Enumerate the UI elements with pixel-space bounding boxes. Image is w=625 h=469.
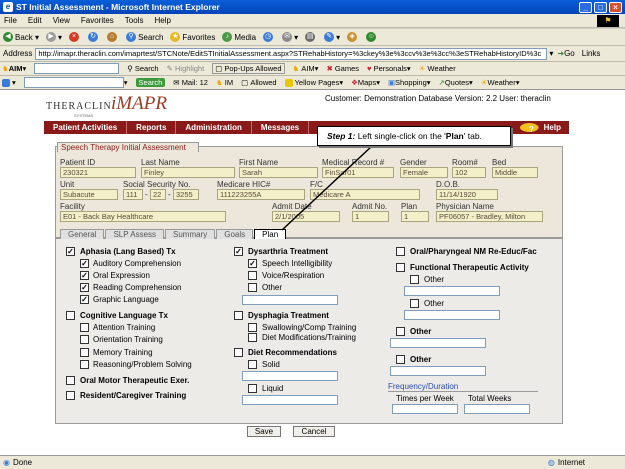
globe-icon: ◍ bbox=[547, 458, 555, 467]
callout-post: ' tab. bbox=[463, 131, 482, 141]
callout-pre: Left single-click on the ' bbox=[355, 131, 446, 141]
callout-pointer bbox=[281, 145, 373, 231]
callout-step: Step 1: bbox=[327, 131, 356, 141]
page-done-icon: ◉ bbox=[3, 458, 10, 467]
status-text: Done bbox=[12, 458, 33, 467]
status-bar: ◉ Done ◍ Internet bbox=[0, 455, 625, 469]
callout-target: Plan bbox=[445, 131, 464, 141]
zone-text: Internet bbox=[557, 458, 585, 467]
instruction-callout: Step 1: Left single-click on the 'Plan' … bbox=[317, 126, 511, 146]
